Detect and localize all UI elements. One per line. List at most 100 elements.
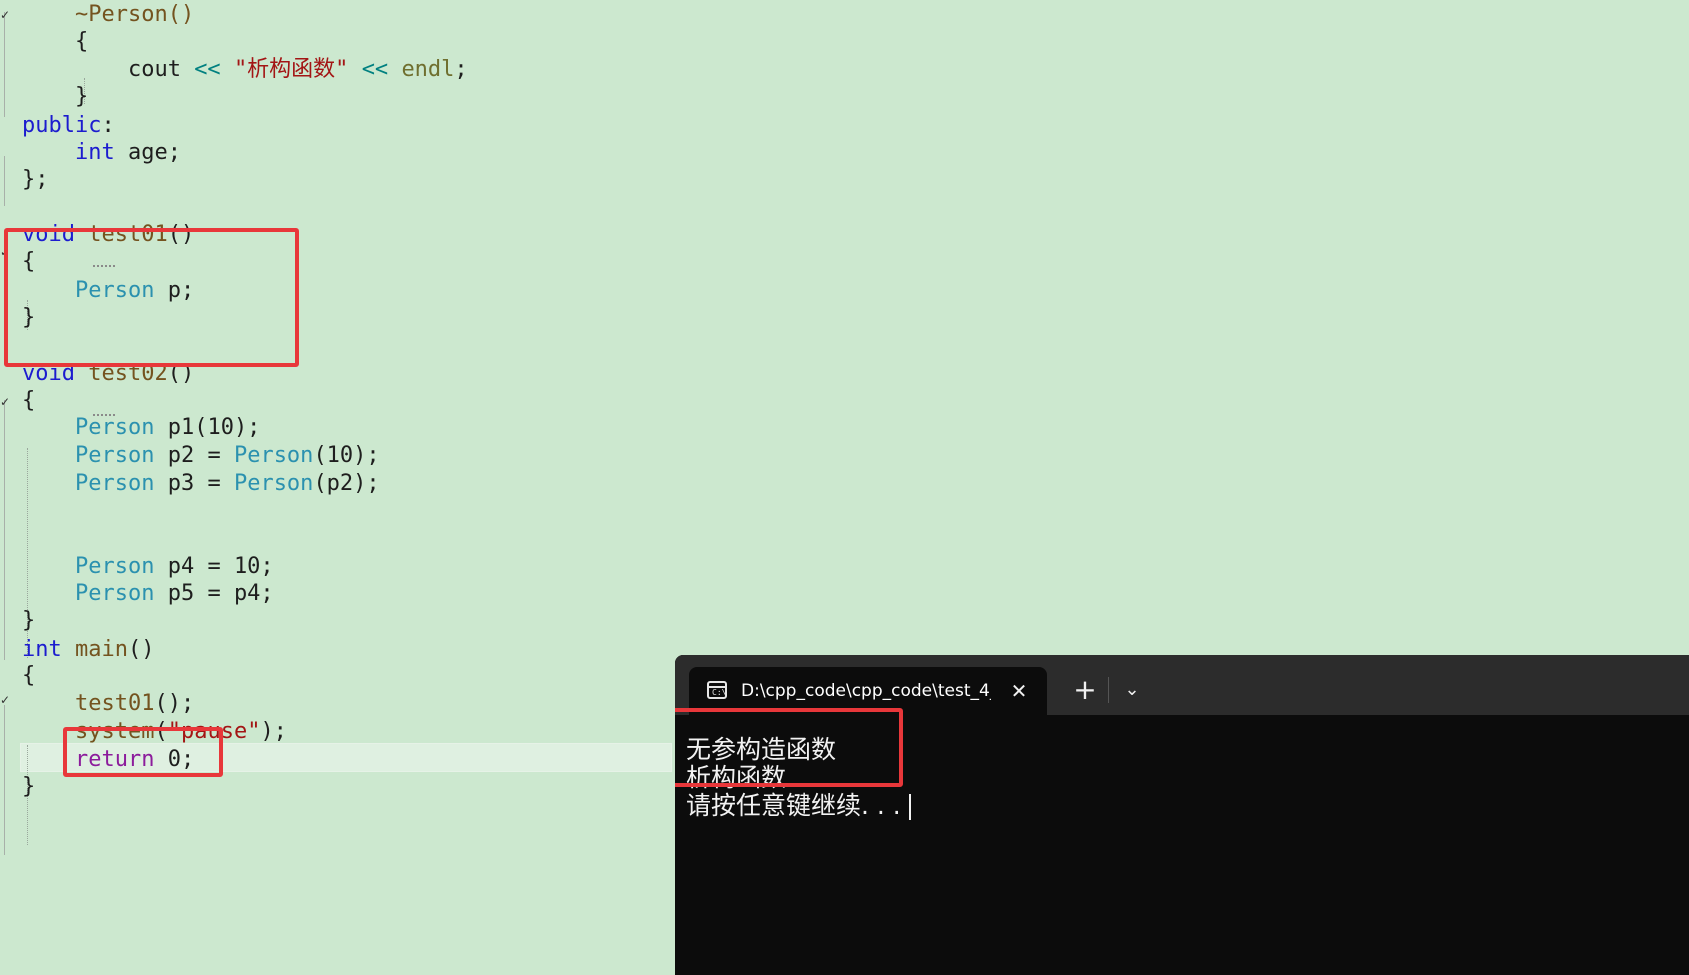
terminal-prompt-text: 请按任意键继续. . . xyxy=(686,791,901,820)
terminal-tab-title: D:\cpp_code\cpp_code\test_4_ xyxy=(741,681,991,701)
code-token: cout xyxy=(22,57,195,82)
code-token: << xyxy=(194,57,221,82)
code-token: p4 = 10; xyxy=(154,554,274,579)
code-token: Person xyxy=(74,415,155,440)
code-token: (); xyxy=(154,691,195,716)
code-line-test02-decl: void test02() xyxy=(22,360,194,388)
code-token: ; xyxy=(454,57,468,82)
code-token: p; xyxy=(154,278,195,303)
code-token: public xyxy=(22,113,102,138)
code-token: void xyxy=(22,361,75,386)
fold-region-bar xyxy=(4,12,5,117)
code-token: age; xyxy=(114,140,181,165)
code-token: ( xyxy=(154,719,168,744)
code-token: Person xyxy=(74,443,155,468)
code-line-class-end: }; xyxy=(22,166,49,194)
code-line-destructor-decl: ~Person() xyxy=(22,1,194,29)
code-token: test01 xyxy=(74,691,155,716)
fold-toggle-icon[interactable]: ✓ xyxy=(0,395,10,409)
code-line-p1-line: Person p1(10); xyxy=(22,414,260,442)
code-token: return xyxy=(74,747,155,772)
code-line-brace-close-1: } xyxy=(22,83,88,111)
code-line-test01-open: { xyxy=(22,248,35,276)
titlebar-divider xyxy=(1108,677,1109,703)
code-token: { xyxy=(22,249,36,274)
terminal-icon: C:\ xyxy=(707,681,727,699)
code-token: { xyxy=(22,29,89,54)
close-icon[interactable]: ✕ xyxy=(1007,679,1031,703)
code-token: Person xyxy=(74,581,155,606)
code-token: "析构函数" xyxy=(233,57,349,82)
code-token: { xyxy=(22,663,36,688)
code-token: void xyxy=(22,222,75,247)
unused-hint-dots xyxy=(93,262,115,267)
code-token: endl xyxy=(401,57,455,82)
code-line-cout-line: cout << "析构函数" << endl; xyxy=(22,56,468,84)
fold-region-bar xyxy=(4,705,5,855)
fold-region-bar xyxy=(4,400,5,660)
terminal-output-line: 请按任意键继续. . . xyxy=(686,792,911,820)
code-token: p2 = xyxy=(154,443,234,468)
code-token: p5 = p4; xyxy=(154,581,274,606)
text-cursor xyxy=(908,794,911,820)
code-line-public-label: public: xyxy=(22,112,115,140)
code-token: int xyxy=(22,637,62,662)
code-line-p5-line: Person p5 = p4; xyxy=(22,580,274,608)
code-token: ); xyxy=(260,719,287,744)
code-token: p3 = xyxy=(154,471,234,496)
code-line-main-open: { xyxy=(22,662,35,690)
fold-toggle-icon[interactable]: ✓ xyxy=(0,693,10,707)
terminal-titlebar: C:\ D:\cpp_code\cpp_code\test_4_ ✕ + ⌄ xyxy=(675,655,1689,715)
code-line-p3-line: Person p3 = Person(p2); xyxy=(22,470,380,498)
code-token: test01 xyxy=(88,222,168,247)
code-line-p2-line: Person p2 = Person(10); xyxy=(22,442,380,470)
code-token: }; xyxy=(22,167,49,192)
new-tab-button[interactable]: + xyxy=(1068,673,1102,707)
code-token: << xyxy=(361,57,389,82)
code-line-test01-body: Person p; xyxy=(22,277,194,305)
terminal-icon-glyph: C:\ xyxy=(712,688,727,697)
code-token: } xyxy=(22,84,89,109)
code-line-test01-decl: void test01() xyxy=(22,221,194,249)
code-token: main xyxy=(75,637,128,662)
code-token: { xyxy=(22,388,36,413)
code-line-main-close: } xyxy=(22,773,35,801)
code-line-test02-open: { xyxy=(22,387,35,415)
code-token: "pause" xyxy=(167,719,261,744)
fold-toggle-icon[interactable]: ✓ xyxy=(0,8,10,22)
code-line-test01-call: test01(); xyxy=(22,690,194,718)
chevron-down-icon[interactable]: ⌄ xyxy=(1115,673,1149,707)
code-token: () xyxy=(167,361,195,386)
terminal-tab[interactable]: C:\ D:\cpp_code\cpp_code\test_4_ ✕ xyxy=(689,667,1047,715)
code-token: Person xyxy=(233,443,314,468)
code-token: p1(10); xyxy=(154,415,261,440)
code-token: int xyxy=(74,140,115,165)
code-token: system xyxy=(74,719,155,744)
code-line-int-age: int age; xyxy=(22,139,181,167)
fold-toggle-icon[interactable]: ✓ xyxy=(0,245,10,259)
code-token: Person xyxy=(233,471,314,496)
code-line-brace-open-1: { xyxy=(22,28,88,56)
code-line-main-decl: int main() xyxy=(22,636,154,664)
code-token: } xyxy=(22,305,36,330)
terminal-window[interactable]: C:\ D:\cpp_code\cpp_code\test_4_ ✕ + ⌄ 无… xyxy=(675,655,1689,975)
code-token: (p2); xyxy=(313,471,380,496)
code-line-return-line: return 0; xyxy=(22,746,194,774)
code-token: ~Person() xyxy=(22,2,195,27)
code-token: Person xyxy=(74,554,155,579)
code-line-system-call: system("pause"); xyxy=(22,718,287,746)
